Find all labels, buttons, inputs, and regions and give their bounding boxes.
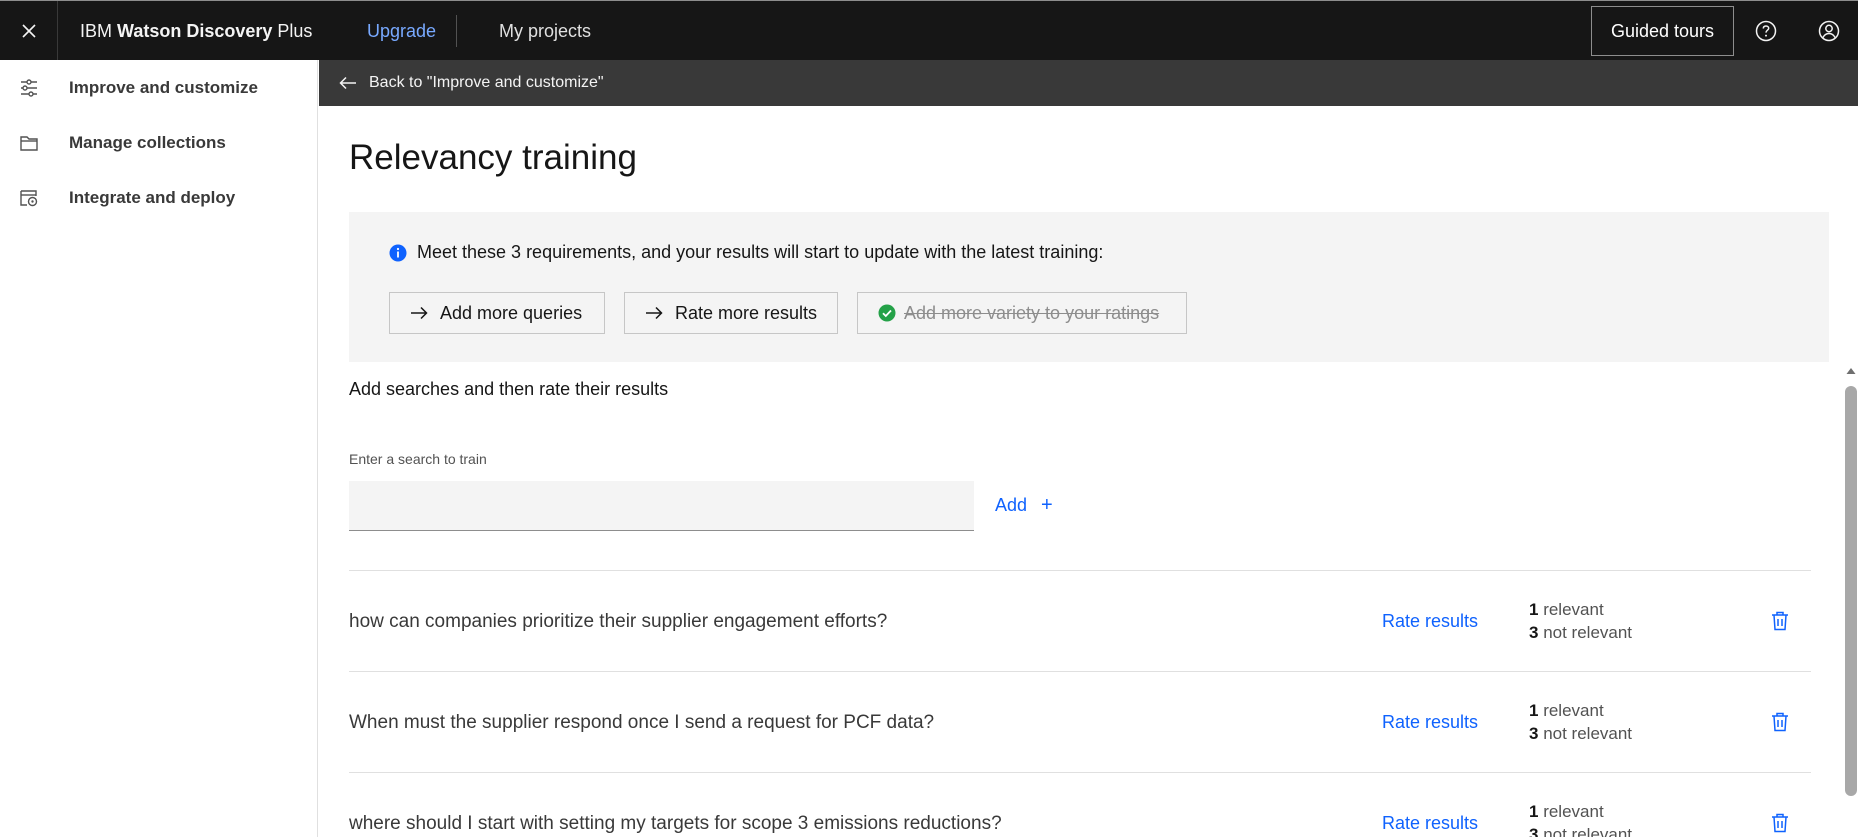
rate-results-link[interactable]: Rate results (1382, 813, 1478, 834)
rate-results-link[interactable]: Rate results (1382, 611, 1478, 632)
list-item: When must the supplier respond once I se… (349, 671, 1811, 772)
product-name: IBM Watson Discovery Plus (80, 20, 313, 41)
query-text: how can companies prioritize their suppl… (349, 611, 888, 632)
notice-message: Meet these 3 requirements, and your resu… (389, 242, 1103, 263)
back-link-label: Back to "Improve and customize" (369, 74, 604, 91)
relevant-label: relevant (1538, 701, 1604, 720)
close-button[interactable] (0, 1, 58, 61)
caret-up-icon (1846, 368, 1856, 374)
delete-query-button[interactable] (1769, 609, 1791, 633)
deploy-icon (20, 190, 38, 207)
arrow-left-icon (339, 76, 357, 90)
requirement-label: Rate more results (675, 302, 818, 323)
checkmark-filled-icon (878, 304, 896, 322)
trash-can-icon (1772, 813, 1788, 833)
sidebar-item-label: Manage collections (69, 133, 226, 152)
sidebar-item-label: Improve and customize (69, 78, 258, 97)
search-field-label: Enter a search to train (349, 451, 487, 467)
query-text: When must the supplier respond once I se… (349, 712, 935, 733)
delete-query-button[interactable] (1769, 710, 1791, 734)
list-item: how can companies prioritize their suppl… (349, 570, 1811, 671)
not-relevant-label: not relevant (1538, 623, 1633, 642)
top-header: IBM Watson Discovery Plus Upgrade My pro… (0, 0, 1858, 61)
main-content: Relevancy training Meet these 3 requirem… (319, 106, 1844, 837)
add-more-variety-button[interactable]: Add more variety to your ratings (857, 292, 1187, 334)
training-queries-list: how can companies prioritize their suppl… (349, 570, 1811, 837)
add-more-queries-button[interactable]: Add more queries (389, 292, 605, 334)
not-relevant-label: not relevant (1538, 825, 1633, 837)
add-label: Add (995, 495, 1028, 515)
arrow-right-icon (410, 306, 428, 320)
requirement-label: Add more variety to your ratings (904, 302, 1160, 323)
not-relevant-label: not relevant (1538, 724, 1633, 743)
rate-results-link[interactable]: Rate results (1382, 712, 1478, 733)
help-button[interactable] (1740, 1, 1792, 61)
rating-counts: 1 relevant 3 not relevant (1529, 699, 1632, 745)
sidebar-item-integrate-and-deploy[interactable]: Integrate and deploy (0, 172, 318, 224)
notice-text: Meet these 3 requirements, and your resu… (417, 242, 1104, 262)
header-divider (456, 15, 457, 47)
upgrade-link[interactable]: Upgrade (367, 1, 436, 61)
rating-counts: 1 relevant 3 not relevant (1529, 800, 1632, 837)
arrow-right-icon (645, 306, 663, 320)
folder-icon (20, 136, 38, 151)
relevant-label: relevant (1538, 600, 1604, 619)
sidebar-item-improve-and-customize[interactable]: Improve and customize (0, 62, 318, 114)
delete-query-button[interactable] (1769, 811, 1791, 835)
trash-can-icon (1772, 712, 1788, 732)
requirement-label: Add more queries (440, 302, 583, 323)
add-query-button[interactable]: Add + (995, 494, 1053, 517)
scrollbar-thumb[interactable] (1845, 386, 1857, 796)
help-icon (1755, 20, 1777, 42)
user-profile-button[interactable] (1803, 1, 1855, 61)
user-avatar-icon (1818, 20, 1840, 42)
list-item: where should I start with setting my tar… (349, 772, 1811, 837)
back-link[interactable]: Back to "Improve and customize" (319, 60, 1858, 106)
relevant-label: relevant (1538, 802, 1604, 821)
rate-more-results-button[interactable]: Rate more results (624, 292, 838, 334)
my-projects-link[interactable]: My projects (499, 1, 591, 61)
guided-tours-button[interactable]: Guided tours (1591, 6, 1734, 56)
sidebar-item-label: Integrate and deploy (69, 188, 236, 207)
trash-can-icon (1772, 611, 1788, 631)
sliders-icon (21, 79, 37, 97)
plus-icon: + (1041, 494, 1053, 516)
page-title: Relevancy training (349, 138, 637, 177)
train-search-input[interactable] (349, 481, 974, 531)
section-subheading: Add searches and then rate their results (349, 379, 669, 399)
sidebar-item-manage-collections[interactable]: Manage collections (0, 117, 318, 169)
side-navigation: Improve and customize Manage collections… (0, 60, 318, 837)
requirements-notice: Meet these 3 requirements, and your resu… (349, 212, 1829, 362)
rating-counts: 1 relevant 3 not relevant (1529, 598, 1632, 644)
scroll-up-button[interactable] (1844, 364, 1858, 378)
info-icon (389, 244, 407, 262)
query-text: where should I start with setting my tar… (349, 813, 1002, 834)
close-icon (21, 24, 36, 38)
